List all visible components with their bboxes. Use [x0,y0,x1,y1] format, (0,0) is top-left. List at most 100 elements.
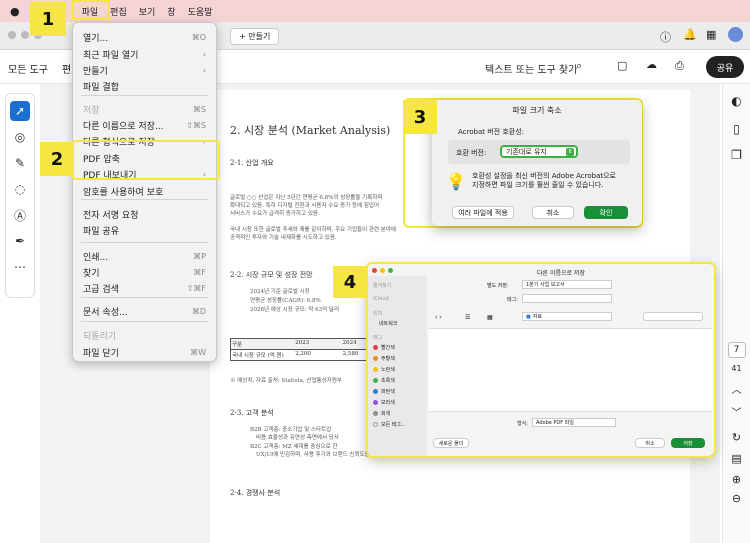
cancel-button[interactable]: 취소 [532,206,574,219]
menu-item-shortcut: ⌘P [193,251,206,261]
new-tab-button[interactable]: + 만들기 [230,28,280,45]
file-menu-item[interactable]: 전자 서명 요청 [83,207,206,221]
menu-window[interactable]: 창 [167,5,175,18]
menu-item-shortcut: ⌘F [193,267,206,277]
bullet: B2C 고객층: MZ 세대를 중심으로 한 [250,444,338,450]
page-number-total: 41 [731,364,742,373]
search-icon[interactable]: ⌕ [576,59,582,73]
step-badge-2: 2 [40,142,74,176]
paragraph: 공격적인 투자와 기술 내재화를 시도하고 있음. [230,235,337,241]
stamp-icon[interactable]: ✒ [10,231,30,251]
save-dialog-highlight [366,262,716,458]
ai-assistant-icon[interactable]: ◐ [731,94,741,108]
help-icon[interactable]: ⓘ [660,29,671,45]
file-menu-item[interactable]: 문서 속성... ⌘D [83,304,206,318]
menu-item-label: 되돌리기 [83,331,117,342]
menu-edit[interactable]: 편집 [110,5,127,18]
bullet: 비용 효율성과 유연성 측면에서 당사 [256,435,339,441]
file-menu-item[interactable]: 다른 이름으로 저장... ⇧⌘S [83,118,206,132]
zoom-out-icon[interactable]: ⊖ [732,492,741,505]
page-down-icon[interactable]: ﹀ [732,404,742,419]
menu-item-label: 암호를 사용하여 보호 [83,187,164,198]
page-up-icon[interactable]: ︿ [732,381,742,396]
zoom-in-icon[interactable]: ⊕ [732,473,741,486]
lasso-icon[interactable]: ◌ [10,179,30,199]
file-menu-item[interactable]: 파일 결합 [83,79,206,93]
file-menu-item[interactable]: 열기... ⌘O [83,30,206,44]
version-select-value: 기존대로 유지 [506,147,547,156]
menu-item-shortcut: › [202,65,206,75]
paragraph: 국내 시장 또한 글로벌 추세와 궤를 같이하며, 주요 기업들이 관련 분야에 [230,227,396,233]
bell-icon[interactable]: 🔔 [683,28,697,41]
save-icon[interactable]: ▢ [617,59,627,72]
menu-item-label: 파일 결합 [83,82,119,93]
avatar[interactable] [728,27,743,42]
file-menu-item[interactable]: 파일 공유 [83,223,206,237]
file-menu-item[interactable]: 암호를 사용하여 보호 [83,184,206,198]
step-badge-4: 4 [333,266,367,298]
paragraph: 글로벌 ○○ 산업은 지난 5년간 연평균 6.8%의 성장률을 기록하며 [230,195,383,201]
menu-help[interactable]: 도움말 [188,5,213,18]
compress-dialog: 파일 크기 축소 Acrobat 버전 호환성: 호환 버전: 기존대로 유지 … [432,100,642,226]
menu-separator [81,95,208,96]
bookmark-icon[interactable]: ▯ [733,122,740,136]
edit-tab[interactable]: 편 [62,61,71,76]
select-cursor-icon[interactable]: ➚ [10,101,30,121]
menu-item-label: 만들기 [83,66,108,77]
info-text: 호환성 설정을 최신 버전의 Adobe Acrobat으로 지정하면 파일 크… [472,172,616,189]
menu-view[interactable]: 보기 [139,5,156,18]
menu-item-label: 저장 [83,105,100,116]
menu-separator [81,199,208,200]
version-label: 호환 버전: [456,149,487,157]
print-icon[interactable]: ⎙ [675,59,684,73]
heading: 2. 시장 분석 (Market Analysis) [230,124,391,137]
menu-item-label: 고급 검색 [83,284,119,295]
bullet: 연평균 성장률(CAGR): 6.8% [250,298,321,304]
menu-item-shortcut: ⌘W [190,347,206,357]
menu-item-label: 최근 파일 열기 [83,50,139,61]
right-rail: ◐ ▯ ❐ 7 41 ︿ ﹀ ↻ ▤ ⊕ ⊖ [722,84,750,543]
refresh-icon[interactable]: ↻ [732,431,741,444]
file-menu-item[interactable]: 최근 파일 열기 › [83,47,206,61]
bullet: B2B 고객층: 중소기업 및 스타트업 [250,427,332,433]
note: ※ 예상치, 자료 출처: Statista, 산업통상자원부 [230,378,342,384]
file-menu-item[interactable]: 파일 닫기 ⌘W [83,345,206,359]
step-badge-1: 1 [30,2,66,36]
search-tools-button[interactable]: 텍스트 또는 도구 찾기 [485,61,577,76]
menu-item-label: 파일 닫기 [83,348,119,359]
section-1: 2-1. 산업 개요 [230,159,274,167]
document-icon[interactable]: ▤ [731,452,741,465]
menu-item-label: 파일 공유 [83,226,119,237]
apply-multiple-button[interactable]: 여러 파일에 적용 [452,206,514,219]
apple-icon[interactable]: ● [10,5,20,18]
upload-icon[interactable]: ☁ [646,58,657,71]
pages-icon[interactable]: ❐ [731,148,742,162]
menu-item-shortcut: ⌘D [191,306,206,316]
page-number-current[interactable]: 7 [727,342,746,358]
version-select[interactable]: 기존대로 유지 ⇕ [500,145,578,158]
file-menu-item[interactable]: 고급 검색 ⇧⌘F [83,281,206,295]
menu-bar: ● 파일 편집 보기 창 도움말 [0,0,750,22]
apps-grid-icon[interactable]: ▦ [706,28,716,41]
file-menu-highlight [72,0,110,20]
paragraph: 서비스가 수요가 급격히 증가하고 있음. [230,211,320,217]
menu-item-shortcut: ⇧⌘S [186,120,206,130]
comment-icon[interactable]: ◎ [10,127,30,147]
share-button[interactable]: 공유 [706,56,744,78]
more-icon[interactable]: ⋯ [10,257,30,277]
pen-icon[interactable]: ✎ [10,153,30,173]
menu-item-label: 문서 속성... [83,307,128,318]
stepper-icon: ⇕ [566,147,574,156]
ok-button[interactable]: 확인 [584,206,628,219]
file-menu: 열기... ⌘O 최근 파일 열기 › 만들기 › 파일 결합 저장 ⌘S 다른 이름으로 저장.… [72,22,217,362]
menu-separator [81,321,208,322]
file-menu-item[interactable]: 만들기 › [83,63,206,77]
all-tools-button[interactable]: 모든 도구 [8,61,48,76]
left-tool-bar: ➚ ◎ ✎ ◌ Ⓐ ✒ ⋯ [5,93,35,298]
file-menu-item[interactable]: 인쇄... ⌘P [83,249,206,263]
bullet: 2024년 기준 글로벌 시장 [250,289,310,295]
file-menu-item[interactable]: 찾기 ⌘F [83,265,206,279]
menu-item-label: 열기... [83,33,109,44]
text-select-icon[interactable]: Ⓐ [10,205,30,225]
menu-item-shortcut: ⇧⌘F [186,283,206,293]
